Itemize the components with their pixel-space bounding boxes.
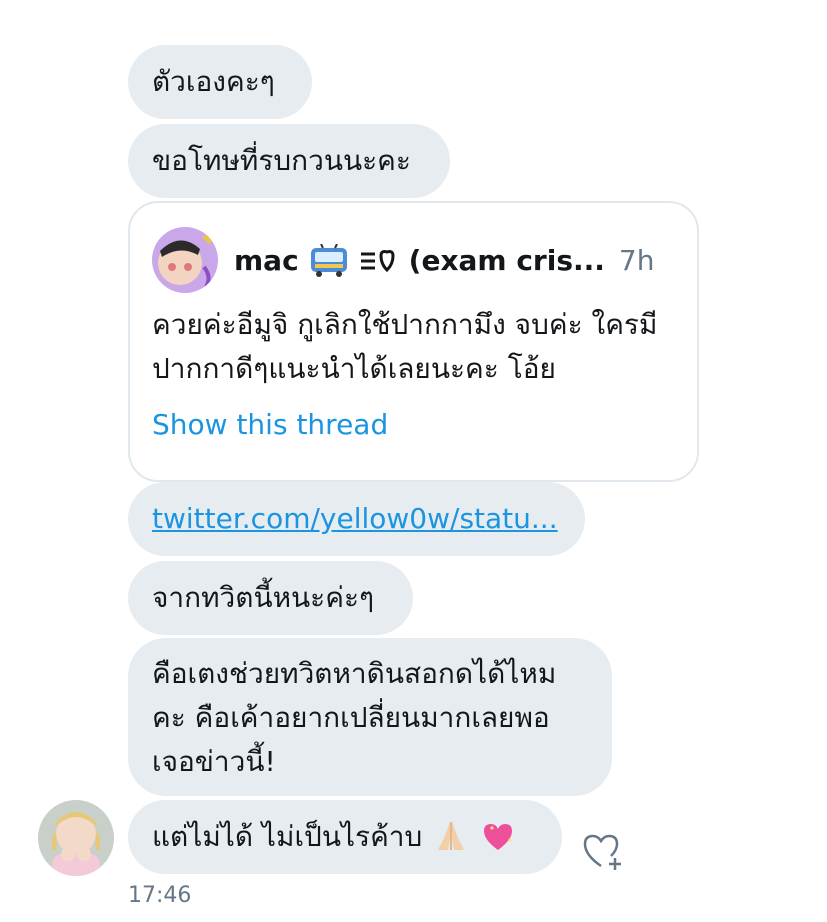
message-text: ตัวเองคะๆ <box>152 65 275 98</box>
quoted-tweet-avatar[interactable] <box>152 227 218 293</box>
quoted-tweet-card[interactable]: mac (exam cris... 7h ควยค่ะอีมูจิ กูเลิก… <box>128 201 699 482</box>
sparkling-heart-icon <box>480 820 516 854</box>
message-bubble: คือเตงช่วยทวิตหาดินสอกดได้ไหมคะ คือเค้าอ… <box>128 638 612 796</box>
message-text: คือเตงช่วยทวิตหาดินสอกดได้ไหมคะ คือเค้าอ… <box>152 657 557 778</box>
sender-avatar[interactable] <box>38 800 114 876</box>
tweet-link[interactable]: twitter.com/yellow0w/statu... <box>152 497 558 541</box>
message-bubble: ขอโทษที่รบกวนนะคะ <box>128 124 450 198</box>
quoted-tweet-time: 7h <box>618 244 655 277</box>
message-bubble: แต่ไม่ได้ ไม่เป็นไรค้าบ <box>128 800 562 874</box>
link-bubble[interactable]: twitter.com/yellow0w/statu... <box>128 482 585 556</box>
message-text: ขอโทษที่รบกวนนะคะ <box>152 144 411 177</box>
message-text: แต่ไม่ได้ ไม่เป็นไรค้าบ <box>152 820 423 853</box>
dm-conversation: ตัวเองคะๆ ขอโทษที่รบกวนนะคะ mac (exam cr… <box>0 0 827 922</box>
message-bubble: จากทวิตนี้หนะค่ะๆ <box>128 561 413 635</box>
quoted-tweet-name: mac <box>234 244 299 277</box>
trophy-icon <box>359 246 399 276</box>
message-timestamp: 17:46 <box>128 883 192 908</box>
bus-icon <box>309 244 349 278</box>
message-text: จากทวิตนี้หนะค่ะๆ <box>152 581 375 614</box>
folded-hands-icon <box>434 820 468 854</box>
message-bubble: ตัวเองคะๆ <box>128 45 312 119</box>
quoted-tweet-handle: (exam cris... <box>408 244 605 277</box>
add-reaction-heart-icon[interactable] <box>579 828 625 874</box>
quoted-tweet-header: mac (exam cris... 7h <box>234 239 654 283</box>
show-thread-link[interactable]: Show this thread <box>152 403 388 447</box>
quoted-tweet-text: ควยค่ะอีมูจิ กูเลิกใช้ปากกามึง จบค่ะ ใคร… <box>152 308 658 385</box>
